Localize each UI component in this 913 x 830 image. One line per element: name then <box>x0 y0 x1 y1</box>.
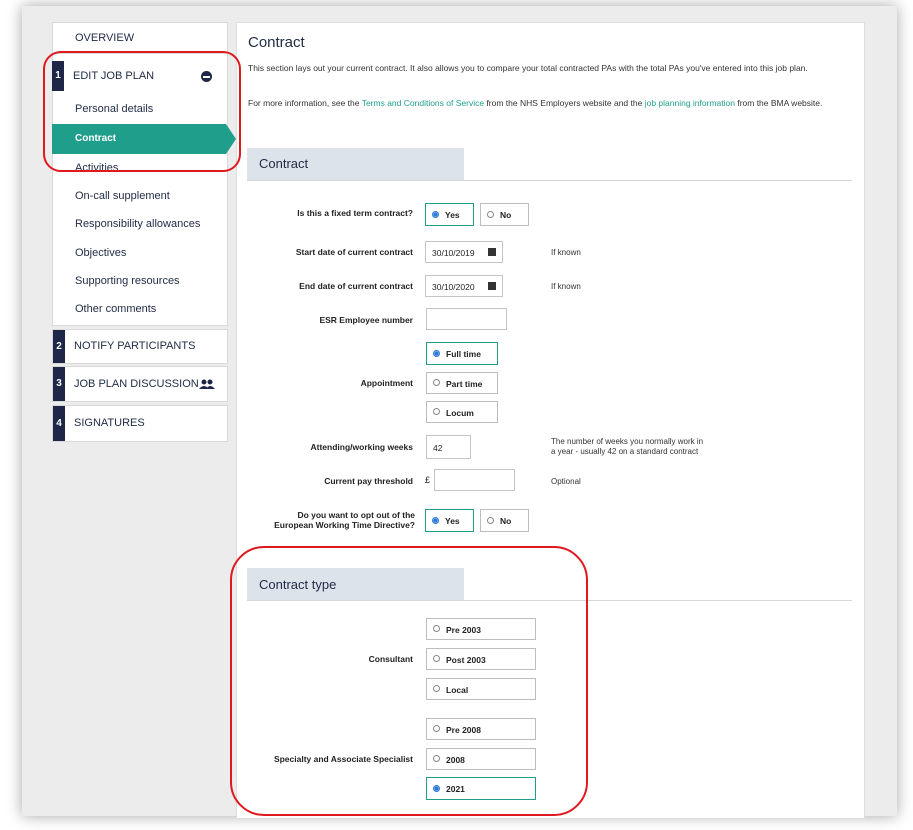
radio-unchecked-icon <box>433 408 440 415</box>
locum-label: Locum <box>446 408 474 418</box>
page-title: Contract <box>248 34 305 51</box>
start-date-value: 30/10/2019 <box>432 248 475 258</box>
fixed-term-yes-radio[interactable]: Yes <box>425 203 474 226</box>
weeks-hint-line1: The number of weeks you normally work in <box>551 437 704 446</box>
start-date-input[interactable]: 30/10/2019 <box>425 241 503 263</box>
full-time-label: Full time <box>446 349 481 359</box>
fixed-term-label: Is this a fixed term contract? <box>297 208 413 218</box>
radio-unchecked-icon <box>487 517 494 524</box>
highlight-ring-sidebar <box>43 51 241 172</box>
end-date-hint: If known <box>551 282 581 291</box>
calendar-icon[interactable] <box>488 282 496 290</box>
appointment-full-time-radio[interactable]: Full time <box>426 342 498 365</box>
step4-label: SIGNATURES <box>74 417 145 429</box>
more-info-text: For more information, see the Terms and … <box>248 98 858 109</box>
step3-number: 3 <box>53 367 65 401</box>
ewtd-label: Do you want to opt out of the European W… <box>240 510 415 530</box>
weeks-hint-line2: a year - usually 42 on a standard contra… <box>551 447 699 456</box>
sidebar-item-objectives[interactable]: Objectives <box>75 247 126 259</box>
ewtd-yes-radio[interactable]: Yes <box>425 509 474 532</box>
more-info-prefix: For more information, see the <box>248 98 362 108</box>
end-date-value: 30/10/2020 <box>432 282 475 292</box>
esr-input[interactable] <box>426 308 507 330</box>
start-date-hint: If known <box>551 248 581 257</box>
more-info-mid: from the NHS Employers website and the <box>484 98 645 108</box>
sidebar-item-supporting-resources[interactable]: Supporting resources <box>75 275 180 287</box>
weeks-value: 42 <box>433 443 443 453</box>
weeks-hint: The number of weeks you normally work in… <box>551 437 703 457</box>
sidebar-overview-link[interactable]: OVERVIEW <box>75 32 134 44</box>
start-date-label: Start date of current contract <box>295 247 413 257</box>
terms-conditions-link[interactable]: Terms and Conditions of Service <box>362 98 484 108</box>
pay-threshold-input[interactable] <box>434 469 515 491</box>
appointment-label: Appointment <box>360 378 413 388</box>
end-date-label: End date of current contract <box>299 281 413 291</box>
currency-symbol: £ <box>425 475 431 485</box>
esr-label: ESR Employee number <box>319 315 413 325</box>
sidebar-item-on-call[interactable]: On-call supplement <box>75 190 170 202</box>
step2-notify[interactable]: 2 NOTIFY PARTICIPANTS <box>52 329 228 364</box>
appointment-part-time-radio[interactable]: Part time <box>426 372 498 394</box>
weeks-label: Attending/working weeks <box>310 442 414 452</box>
sidebar-item-responsibility[interactable]: Responsibility allowances <box>75 218 200 230</box>
calendar-icon[interactable] <box>488 248 496 256</box>
intro-text: This section lays out your current contr… <box>248 63 808 73</box>
step3-label: JOB PLAN DISCUSSION <box>74 378 199 390</box>
step4-signatures[interactable]: 4 SIGNATURES <box>52 405 228 442</box>
sidebar-item-other-comments[interactable]: Other comments <box>75 303 156 315</box>
contract-section-title: Contract <box>259 156 309 171</box>
job-planning-link[interactable]: job planning information <box>645 98 735 108</box>
radio-checked-icon <box>432 517 439 524</box>
radio-checked-icon <box>433 350 440 357</box>
ewtd-no-label: No <box>500 516 512 526</box>
fixed-term-no-radio[interactable]: No <box>480 203 529 226</box>
ewtd-yes-label: Yes <box>445 516 460 526</box>
step2-label: NOTIFY PARTICIPANTS <box>74 340 196 352</box>
radio-unchecked-icon <box>487 211 494 218</box>
section-divider <box>247 180 852 181</box>
appointment-locum-radio[interactable]: Locum <box>426 401 498 423</box>
more-info-suffix: from the BMA website. <box>734 98 823 108</box>
ewtd-no-radio[interactable]: No <box>480 509 529 532</box>
fixed-term-yes-label: Yes <box>445 210 460 220</box>
radio-checked-icon <box>432 211 439 218</box>
weeks-input[interactable]: 42 <box>426 435 471 459</box>
pay-threshold-hint: Optional <box>551 477 581 486</box>
step2-number: 2 <box>53 330 65 363</box>
ewtd-label-line2: European Working Time Directive? <box>274 520 415 530</box>
pay-threshold-label: Current pay threshold <box>324 476 413 486</box>
contract-section-header: Contract <box>247 148 464 180</box>
step4-number: 4 <box>53 406 65 441</box>
fixed-term-no-label: No <box>500 210 512 220</box>
radio-unchecked-icon <box>433 379 440 386</box>
step3-discussion[interactable]: 3 JOB PLAN DISCUSSION <box>52 366 228 402</box>
part-time-label: Part time <box>446 379 483 389</box>
end-date-input[interactable]: 30/10/2020 <box>425 275 503 297</box>
ewtd-label-line1: Do you want to opt out of the <box>297 510 415 520</box>
highlight-ring-contract-type <box>230 546 588 816</box>
participants-icon <box>199 379 215 389</box>
